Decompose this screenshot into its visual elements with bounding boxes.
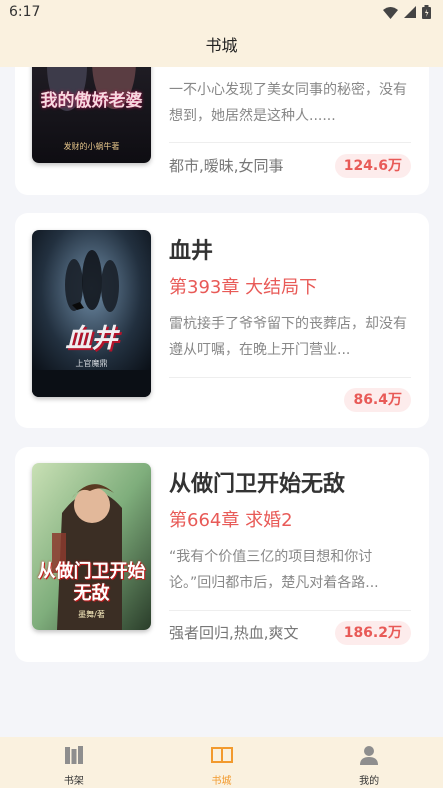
- book-description-3: “我有个价值三亿的项目想和你讨论。”回归都市后，楚凡对着各路...: [169, 549, 379, 591]
- book-open-icon: [210, 747, 233, 764]
- book-cover-2-art: [32, 230, 151, 397]
- bookshelf-icon: [64, 746, 83, 764]
- tab-label: 书架: [63, 776, 84, 787]
- book-description-2: 雷杭接手了爷爷留下的丧葬店，却没有遵从叮嘱，在晚上开门营业...: [169, 316, 407, 358]
- tab-bookshelf[interactable]: 书架: [0, 737, 148, 788]
- book-cover-1-author: 发财的小蜗牛著: [63, 142, 120, 151]
- tab-label: 我的: [359, 776, 380, 787]
- book-title-2[interactable]: 血井: [169, 233, 213, 265]
- read-count-badge-3: 186.2万: [334, 621, 411, 645]
- read-count-badge-1: 124.6万: [334, 154, 411, 178]
- divider: [169, 377, 411, 378]
- book-card-3[interactable]: 从做门卫开始无敌 墨舞/著 从做门卫开始无敌 第664章 求婚2 “我有个价值三…: [15, 447, 429, 662]
- book-cover-3[interactable]: 从做门卫开始无敌 墨舞/著: [32, 463, 151, 630]
- status-bar: 6:17: [0, 0, 443, 24]
- book-title-3[interactable]: 从做门卫开始无敌: [169, 466, 345, 498]
- divider: [169, 142, 411, 143]
- book-tags-3: 强者回归,热血,爽文: [169, 624, 299, 642]
- user-icon: [360, 746, 379, 765]
- book-chapter-3: 第664章 求婚2: [169, 510, 293, 531]
- book-cover-2[interactable]: 血井 上官魔鼎: [32, 230, 151, 397]
- book-cover-3-author: 墨舞/著: [78, 610, 105, 619]
- battery-icon: [422, 5, 431, 19]
- book-cover-3-title: 从做门卫开始无敌: [37, 561, 146, 604]
- read-count-badge-2: 86.4万: [344, 388, 411, 412]
- divider: [169, 610, 411, 611]
- status-time: 6:17: [9, 4, 41, 20]
- signal-icon: [404, 6, 416, 18]
- header: 书城: [0, 24, 443, 67]
- book-cover-2-title: 血井: [65, 324, 118, 354]
- tab-label: 书城: [211, 776, 232, 787]
- tab-profile[interactable]: 我的: [295, 737, 443, 788]
- book-chapter-2: 第393章 大结局下: [169, 277, 318, 298]
- status-icons: [383, 5, 431, 19]
- bottom-tab-bar: 书架 书城 我的: [0, 737, 443, 788]
- tab-bookstore[interactable]: 书城: [148, 737, 296, 788]
- wifi-icon: [383, 6, 398, 19]
- page-title: 书城: [205, 36, 238, 55]
- book-cover-2-author: 上官魔鼎: [75, 359, 108, 368]
- book-description-1: 一不小心发现了美女同事的秘密，没有想到，她居然是这种人......: [169, 82, 407, 124]
- book-cover-1-title: 我的傲娇老婆: [40, 91, 143, 111]
- book-card-2[interactable]: 血井 上官魔鼎 血井 第393章 大结局下 雷杭接手了爷爷留下的丧葬店，却没有遵…: [15, 213, 429, 428]
- book-tags-1: 都市,暧昧,女同事: [169, 157, 284, 175]
